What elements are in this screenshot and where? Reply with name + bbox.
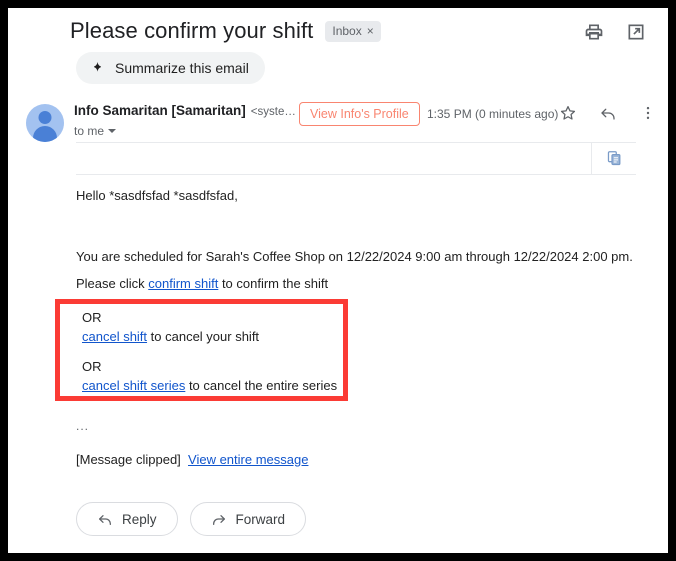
cancel-shift-line: cancel shift to cancel your shift	[82, 328, 337, 347]
forward-label: Forward	[235, 511, 286, 527]
summarize-label: Summarize this email	[115, 60, 249, 76]
view-profile-button[interactable]: View Info's Profile	[299, 102, 420, 126]
body-confirm-line: Please click confirm shift to confirm th…	[76, 275, 328, 294]
table-cell-empty	[76, 143, 591, 174]
cancel-shift-series-link[interactable]: cancel shift series	[82, 378, 185, 393]
sender-line: Info Samaritan [Samaritan] <syste…	[74, 103, 296, 118]
more-vertical-icon[interactable]	[639, 104, 657, 122]
summarize-email-button[interactable]: Summarize this email	[76, 52, 265, 84]
body-schedule-text: You are scheduled for Sarah's Coffee Sho…	[76, 249, 633, 264]
sender-email: <syste…	[250, 106, 296, 118]
confirm-prefix: Please click	[76, 276, 149, 291]
copy-duplicate-icon[interactable]	[606, 150, 623, 167]
sender-name[interactable]: Info Samaritan [Samaritan]	[74, 103, 246, 118]
sparkle-icon	[90, 61, 105, 76]
avatar-head	[38, 111, 52, 124]
label-chip-inbox[interactable]: Inbox ×	[325, 20, 381, 42]
annotation-highlight-box: OR cancel shift to cancel your shift OR …	[55, 299, 348, 401]
header-icon-group	[584, 22, 646, 42]
close-icon[interactable]: ×	[367, 24, 374, 39]
avatar[interactable]	[26, 104, 64, 142]
body-greeting: Hello *sasdfsfad *sasdfsfad,	[76, 188, 238, 203]
print-icon[interactable]	[584, 22, 604, 42]
cancel-shift-link[interactable]: cancel shift	[82, 329, 147, 344]
chevron-down-icon[interactable]	[108, 129, 117, 133]
or-label-1: OR	[82, 310, 102, 325]
or-label-2: OR	[82, 358, 102, 374]
recipient-row[interactable]: to me	[74, 124, 296, 138]
reply-arrow-icon[interactable]	[599, 104, 617, 122]
forward-arrow-icon	[211, 511, 227, 527]
sender-block: Info Samaritan [Samaritan] <syste… to me	[74, 103, 296, 138]
subject-row: Please confirm your shift Inbox ×	[70, 18, 381, 44]
reply-arrow-icon	[97, 511, 113, 527]
view-entire-message-link[interactable]: View entire message	[188, 452, 308, 467]
cancel-options-block: OR cancel shift to cancel your shift OR …	[82, 309, 337, 395]
cancel-series-line: cancel shift series to cancel the entire…	[82, 377, 337, 396]
recipient-label: to me	[74, 124, 105, 138]
label-chip-text: Inbox	[332, 23, 362, 38]
star-icon[interactable]	[559, 104, 577, 122]
forward-button[interactable]: Forward	[189, 502, 307, 536]
open-in-new-window-icon[interactable]	[626, 22, 646, 42]
message-action-icons	[559, 104, 657, 122]
email-viewer: Please confirm your shift Inbox × Summar…	[8, 8, 668, 553]
table-cell-copy[interactable]	[591, 143, 636, 174]
message-clipped-label: [Message clipped]	[76, 452, 181, 467]
page-title: Please confirm your shift	[70, 18, 314, 43]
reply-button[interactable]: Reply	[76, 502, 178, 536]
confirm-suffix: to confirm the shift	[218, 276, 329, 291]
reply-label: Reply	[122, 511, 157, 527]
table-row	[76, 142, 636, 175]
cancel-series-suffix: to cancel the entire series	[185, 377, 338, 393]
confirm-shift-link[interactable]: confirm shift	[148, 276, 218, 291]
avatar-body	[33, 126, 57, 142]
body-ellipsis: ...	[76, 419, 90, 433]
action-button-group: Reply Forward	[76, 502, 307, 536]
cancel-shift-suffix: to cancel your shift	[147, 328, 260, 344]
timestamp: 1:35 PM (0 minutes ago)	[427, 107, 559, 121]
message-clipped-row: [Message clipped] View entire message	[76, 451, 308, 470]
